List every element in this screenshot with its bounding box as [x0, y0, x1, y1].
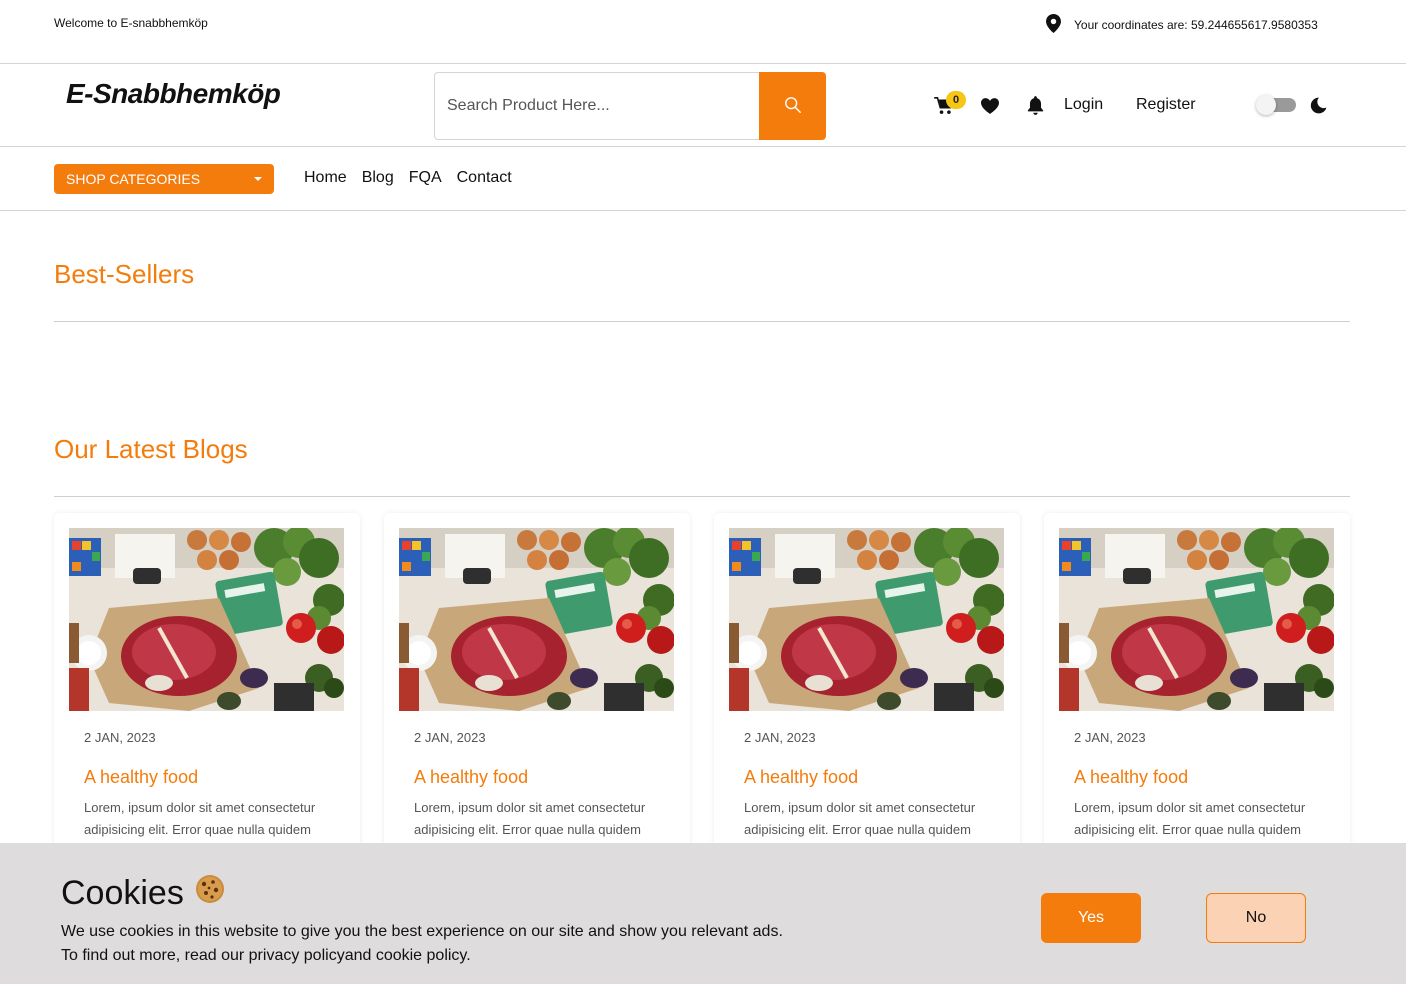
blog-image[interactable]: [729, 528, 1004, 711]
search-button[interactable]: [759, 72, 826, 140]
shop-categories-label: SHOP CATEGORIES: [66, 171, 201, 187]
cookie-no-button[interactable]: No: [1206, 893, 1306, 943]
cart-count-badge: 0: [946, 91, 966, 109]
map-pin-icon: [1045, 14, 1062, 36]
blog-excerpt: Lorem, ipsum dolor sit amet consectetur …: [414, 800, 646, 837]
blog-date: 2 JAN, 2023: [1074, 730, 1146, 745]
blog-title[interactable]: A healthy food: [84, 767, 198, 788]
coordinates-display: Your coordinates are: 59.244655617.95803…: [1045, 14, 1318, 36]
blog-card[interactable]: 2 JAN, 2023 A healthy food Lorem, ipsum do…: [1044, 513, 1350, 853]
dark-mode-button[interactable]: [1309, 96, 1328, 120]
welcome-text: Welcome to E-snabbhemköp: [54, 16, 208, 30]
search-icon: [784, 96, 802, 117]
blog-image[interactable]: [69, 528, 344, 711]
toggle-icon: [1256, 95, 1276, 115]
cookie-banner: Cookies We use cookies in this website t…: [0, 843, 1406, 984]
cookie-yes-button[interactable]: Yes: [1041, 893, 1141, 943]
main-navbar: SHOP CATEGORIES Home Blog FQA Contact: [0, 148, 1406, 211]
moon-icon: [1309, 97, 1328, 119]
caret-down-icon: [254, 177, 262, 181]
nav-link-blog[interactable]: Blog: [362, 169, 394, 187]
cookie-banner-title: Cookies: [61, 873, 226, 914]
blog-card[interactable]: 2 JAN, 2023 A healthy food Lorem, ipsum do…: [714, 513, 1020, 853]
section-divider: [54, 321, 1350, 322]
blog-card[interactable]: 2 JAN, 2023 A healthy food Lorem, ipsum do…: [384, 513, 690, 853]
blog-excerpt: Lorem, ipsum dolor sit amet consectetur …: [744, 800, 976, 837]
search-bar: [434, 72, 826, 140]
cookie-banner-text: We use cookies in this website to give y…: [61, 920, 783, 968]
search-input[interactable]: [434, 72, 759, 140]
cookie-icon: [194, 873, 226, 914]
cookie-text-line: We use cookies in this website to give y…: [61, 923, 783, 940]
blog-title[interactable]: A healthy food: [1074, 767, 1188, 788]
bell-icon: [1027, 96, 1044, 119]
blog-date: 2 JAN, 2023: [84, 730, 156, 745]
top-bar: Welcome to E-snabbhemköp Your coordinate…: [0, 0, 1406, 64]
blog-title[interactable]: A healthy food: [744, 767, 858, 788]
cookie-text-line: To find out more, read our privacy polic…: [61, 947, 471, 964]
blog-title[interactable]: A healthy food: [414, 767, 528, 788]
site-logo[interactable]: E-Snabbhemköp: [66, 78, 281, 110]
main-header: E-Snabbhemköp 0 Login Register: [0, 64, 1406, 147]
shop-categories-dropdown[interactable]: SHOP CATEGORIES: [54, 164, 274, 194]
notifications-button[interactable]: [1027, 96, 1044, 120]
blog-date: 2 JAN, 2023: [414, 730, 486, 745]
login-link[interactable]: Login: [1064, 96, 1103, 114]
wishlist-button[interactable]: [981, 98, 999, 119]
latest-blogs-title: Our Latest Blogs: [54, 434, 248, 464]
nav-link-contact[interactable]: Contact: [457, 169, 512, 187]
theme-toggle[interactable]: [1256, 95, 1296, 115]
nav-link-fqa[interactable]: FQA: [409, 169, 442, 187]
nav-link-home[interactable]: Home: [304, 169, 347, 187]
best-sellers-title: Best-Sellers: [54, 259, 195, 289]
blog-excerpt: Lorem, ipsum dolor sit amet consectetur …: [84, 800, 316, 837]
blog-excerpt: Lorem, ipsum dolor sit amet consectetur …: [1074, 800, 1306, 837]
nav-links: Home Blog FQA Contact: [304, 169, 512, 187]
blog-date: 2 JAN, 2023: [744, 730, 816, 745]
blog-card[interactable]: 2 JAN, 2023 A healthy food Lorem, ipsum do…: [54, 513, 360, 853]
section-divider: [54, 496, 1350, 497]
blog-image[interactable]: [399, 528, 674, 711]
register-link[interactable]: Register: [1136, 96, 1196, 114]
cart-button[interactable]: 0: [934, 91, 966, 117]
coordinates-text: Your coordinates are: 59.244655617.95803…: [1074, 18, 1318, 32]
blog-image[interactable]: [1059, 528, 1334, 711]
heart-icon: [981, 98, 999, 118]
cookie-title-text: Cookies: [61, 874, 184, 912]
